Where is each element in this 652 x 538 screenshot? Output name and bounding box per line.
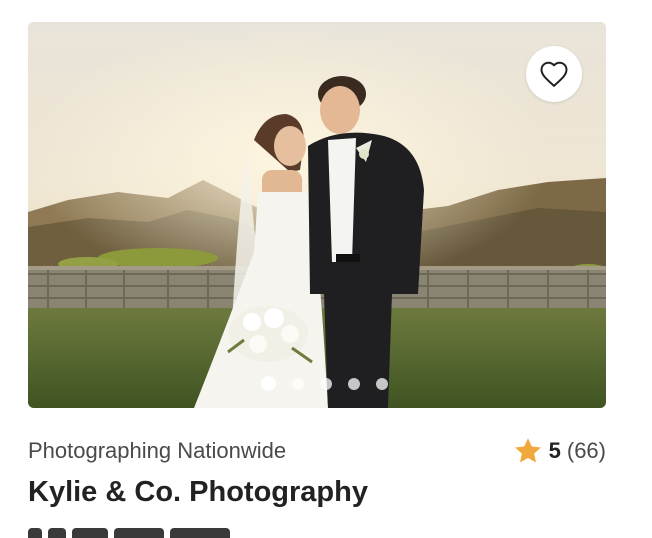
carousel-pagination [28,376,606,391]
vendor-card[interactable]: Photographing Nationwide 5 (66) Kylie & … [28,22,606,508]
star-icon [514,438,541,463]
vendor-location: Photographing Nationwide [28,438,287,463]
favorite-button[interactable] [526,46,582,102]
wedding-couple-photo [28,22,606,408]
carousel-dot-2[interactable] [291,377,304,390]
rating-score: 5 [548,438,561,463]
clipped-text-line [28,528,278,538]
heart-outline-icon [540,61,568,87]
vendor-photo-carousel[interactable] [28,22,606,408]
carousel-dot-4[interactable] [347,377,360,390]
vendor-title[interactable]: Kylie & Co. Photography [28,476,368,509]
carousel-dot-5[interactable] [375,377,388,390]
vendor-meta-row: Photographing Nationwide 5 (66) [28,436,606,466]
carousel-dot-3[interactable] [319,377,332,390]
review-count: (66) [566,438,606,463]
carousel-dot-1[interactable] [260,376,276,391]
vendor-rating: 5 (66) [513,436,606,466]
